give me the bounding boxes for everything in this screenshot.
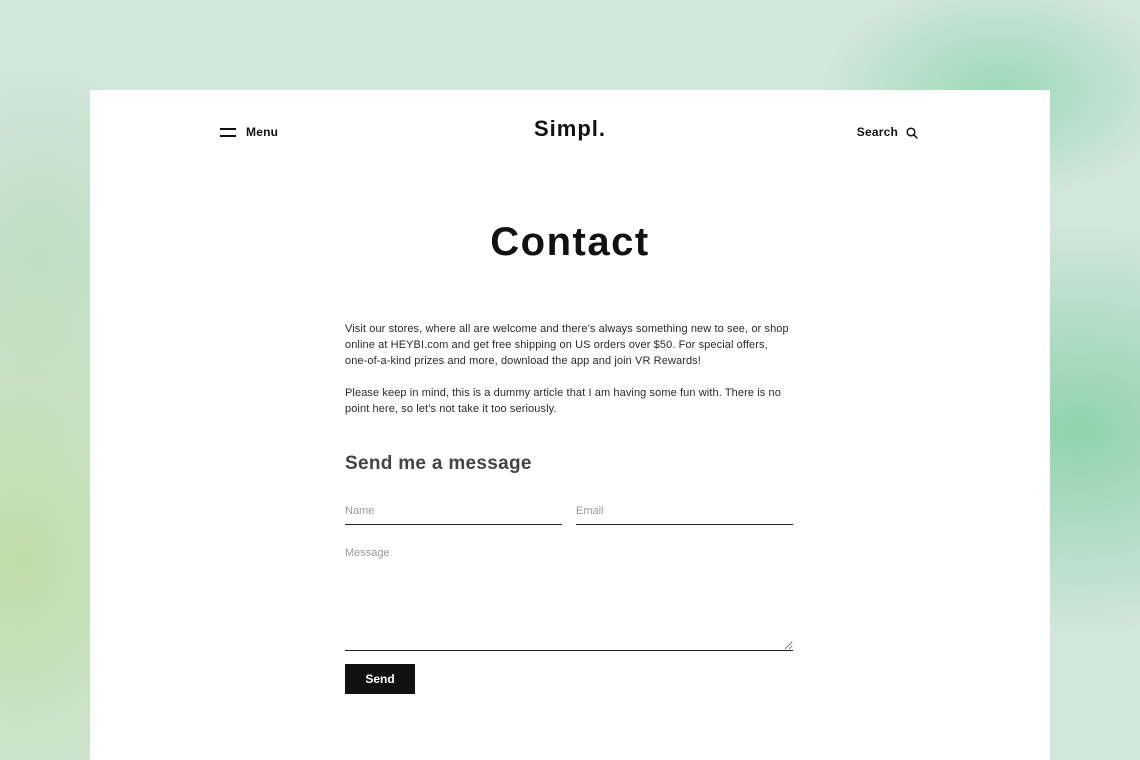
search-button[interactable]: Search: [857, 125, 918, 139]
email-field[interactable]: [576, 501, 793, 525]
page-title: Contact: [490, 220, 650, 264]
form-heading: Send me a message: [345, 453, 532, 474]
form-row: [345, 501, 793, 525]
search-icon: [906, 126, 918, 139]
message-field[interactable]: [345, 543, 793, 651]
send-button[interactable]: Send: [345, 664, 415, 694]
name-field[interactable]: [345, 501, 562, 525]
search-label: Search: [856, 125, 898, 139]
contact-content: Visit our stores, where all are welcome …: [345, 321, 793, 694]
disclaimer-paragraph: Please keep in mind, this is a dummy art…: [345, 387, 781, 415]
page-card: Menu Simpl. Search Contact Visit our sto…: [90, 90, 1050, 760]
intro-paragraph: Visit our stores, where all are welcome …: [345, 323, 789, 367]
